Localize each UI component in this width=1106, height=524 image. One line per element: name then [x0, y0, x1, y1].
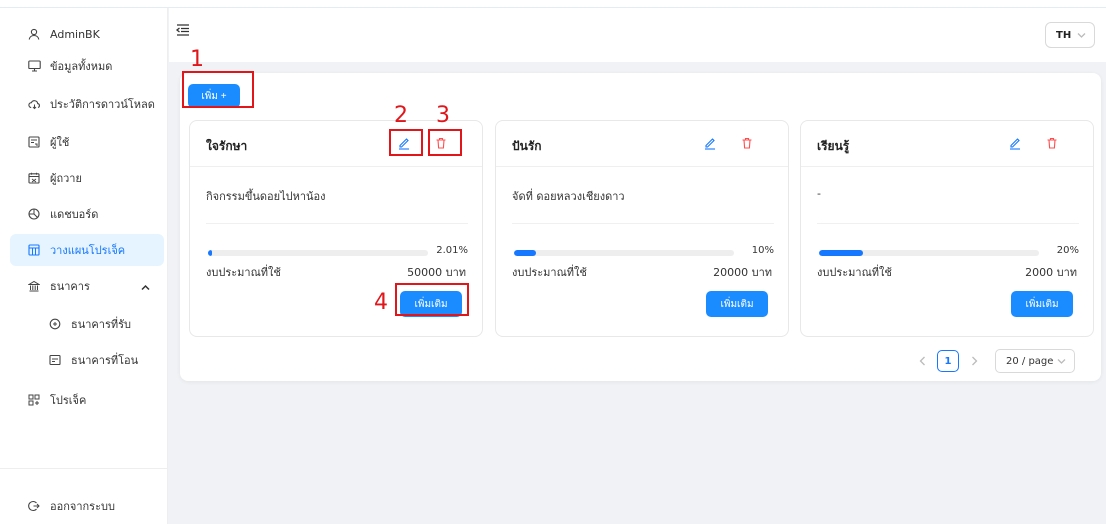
- edit-icon[interactable]: [703, 136, 719, 152]
- language-select[interactable]: TH: [1045, 22, 1095, 48]
- budget-label: งบประมาณที่ใช้: [512, 266, 587, 279]
- sidebar-divider: [0, 468, 168, 469]
- chevron-down-icon: [1077, 31, 1086, 42]
- more-details-button[interactable]: เพิ่มเติม: [1011, 291, 1073, 317]
- dashboard-icon: [27, 207, 41, 221]
- budget-label: งบประมาณที่ใช้: [817, 266, 892, 279]
- page-number[interactable]: 1: [937, 350, 959, 372]
- project-card: เรียนรู้ - 20% งบประมาณที่ใช้ 2000 บาท เ…: [800, 120, 1094, 337]
- sidebar-item-download-history[interactable]: ประวัติการดาวน์โหลด: [10, 88, 164, 120]
- chevron-up-icon: [141, 281, 150, 294]
- top-header: TH: [169, 8, 1106, 62]
- chevron-down-icon: [1057, 357, 1066, 368]
- sidebar-item-label: ธนาคารที่รับ: [71, 318, 131, 331]
- progress-percent: 20%: [1056, 245, 1079, 256]
- bank-icon: [27, 279, 41, 293]
- page-size-select[interactable]: 20 / page: [995, 349, 1075, 373]
- sidebar-item-label: ผู้ถวาย: [50, 172, 82, 185]
- logout-label: ออกจากระบบ: [50, 500, 115, 513]
- layout-icon: [27, 243, 41, 257]
- id-card-icon: [27, 135, 41, 149]
- sidebar: AdminBK ข้อมูลทั้งหมด ประวัติการดาวน์โหล…: [0, 8, 168, 524]
- sidebar-item-label: ประวัติการดาวน์โหลด: [50, 98, 155, 111]
- card-divider: [206, 223, 468, 224]
- card-description: -: [817, 187, 821, 200]
- progress-fill: [819, 250, 863, 256]
- logout-button[interactable]: ออกจากระบบ: [10, 490, 164, 522]
- card-divider: [817, 223, 1079, 224]
- sidebar-user-label: AdminBK: [50, 27, 100, 41]
- sidebar-item-users[interactable]: ผู้ใช้: [10, 126, 164, 158]
- sidebar-item-receiving-bank[interactable]: ธนาคารที่รับ: [10, 308, 164, 340]
- cloud-icon: [27, 97, 41, 111]
- sidebar-item-label: ธนาคารที่โอน: [71, 354, 139, 367]
- card-title: ปันรัก: [512, 139, 542, 153]
- receive-icon: [48, 317, 62, 331]
- calendar-icon: [27, 171, 41, 185]
- sidebar-item-label: ข้อมูลทั้งหมด: [50, 60, 113, 73]
- card-header: ปันรัก: [496, 121, 788, 167]
- annotation-label-4: 4: [374, 290, 388, 315]
- card-title: เรียนรู้: [817, 139, 850, 153]
- annotation-label-1: 1: [190, 47, 204, 72]
- card-header: เรียนรู้: [801, 121, 1093, 167]
- sidebar-item-label: โปรเจ็ค: [50, 394, 87, 407]
- prev-page-icon[interactable]: [913, 349, 931, 373]
- progress-percent: 2.01%: [436, 245, 468, 256]
- logout-icon: [27, 499, 41, 513]
- progress-fill: [514, 250, 536, 256]
- sidebar-item-label: แดชบอร์ด: [50, 208, 99, 221]
- annotation-box-4: [395, 283, 469, 316]
- card-title: ใจรักษา: [206, 139, 248, 153]
- progress-bar: [514, 250, 734, 256]
- annotation-box-3: [428, 129, 462, 156]
- more-details-button[interactable]: เพิ่มเติม: [706, 291, 768, 317]
- language-value: TH: [1056, 29, 1072, 41]
- project-icon: [27, 393, 41, 407]
- annotation-box-1: [182, 71, 254, 108]
- progress-bar: [208, 250, 428, 256]
- progress-percent: 10%: [751, 245, 774, 256]
- delete-icon[interactable]: [740, 136, 756, 152]
- budget-value: 50000 บาท: [407, 266, 466, 279]
- card-description: จัดที่ ดอยหลวงเชียงดาว: [512, 190, 625, 203]
- project-card: ปันรัก จัดที่ ดอยหลวงเชียงดาว 10% งบประม…: [495, 120, 789, 337]
- sidebar-item-bank[interactable]: ธนาคาร: [10, 270, 164, 302]
- sidebar-item-label: ผู้ใช้: [50, 136, 70, 149]
- annotation-label-3: 3: [436, 103, 450, 128]
- progress-bar: [819, 250, 1039, 256]
- monitor-icon: [27, 59, 41, 73]
- edit-icon[interactable]: [1008, 136, 1024, 152]
- menu-collapse-icon[interactable]: [175, 22, 195, 42]
- card-divider: [512, 223, 774, 224]
- sidebar-item-donors[interactable]: ผู้ถวาย: [10, 162, 164, 194]
- sidebar-item-label: ธนาคาร: [50, 280, 90, 293]
- pagination: 1 20 / page: [913, 348, 1075, 374]
- sidebar-item-dashboard[interactable]: แดชบอร์ด: [10, 198, 164, 230]
- annotation-label-2: 2: [394, 103, 408, 128]
- sidebar-item-all-data[interactable]: ข้อมูลทั้งหมด: [10, 50, 164, 82]
- page-size-value: 20 / page: [1006, 355, 1054, 367]
- budget-label: งบประมาณที่ใช้: [206, 266, 281, 279]
- budget-value: 2000 บาท: [1025, 266, 1077, 279]
- delete-icon[interactable]: [1045, 136, 1061, 152]
- progress-fill: [208, 250, 213, 256]
- transfer-icon: [48, 353, 62, 367]
- user-icon: [27, 27, 41, 41]
- annotation-box-2: [389, 129, 423, 156]
- card-description: กิจกรรมขึ้นดอยไปหาน้อง: [206, 190, 326, 203]
- sidebar-item-project[interactable]: โปรเจ็ค: [10, 384, 164, 416]
- top-border: [0, 0, 1106, 8]
- sidebar-item-project-planning[interactable]: วางแผนโปรเจ็ค: [10, 234, 164, 266]
- sidebar-user[interactable]: AdminBK: [10, 18, 164, 50]
- budget-value: 20000 บาท: [713, 266, 772, 279]
- sidebar-item-label: วางแผนโปรเจ็ค: [50, 244, 126, 257]
- sidebar-item-transfer-bank[interactable]: ธนาคารที่โอน: [10, 344, 164, 376]
- next-page-icon[interactable]: [965, 349, 983, 373]
